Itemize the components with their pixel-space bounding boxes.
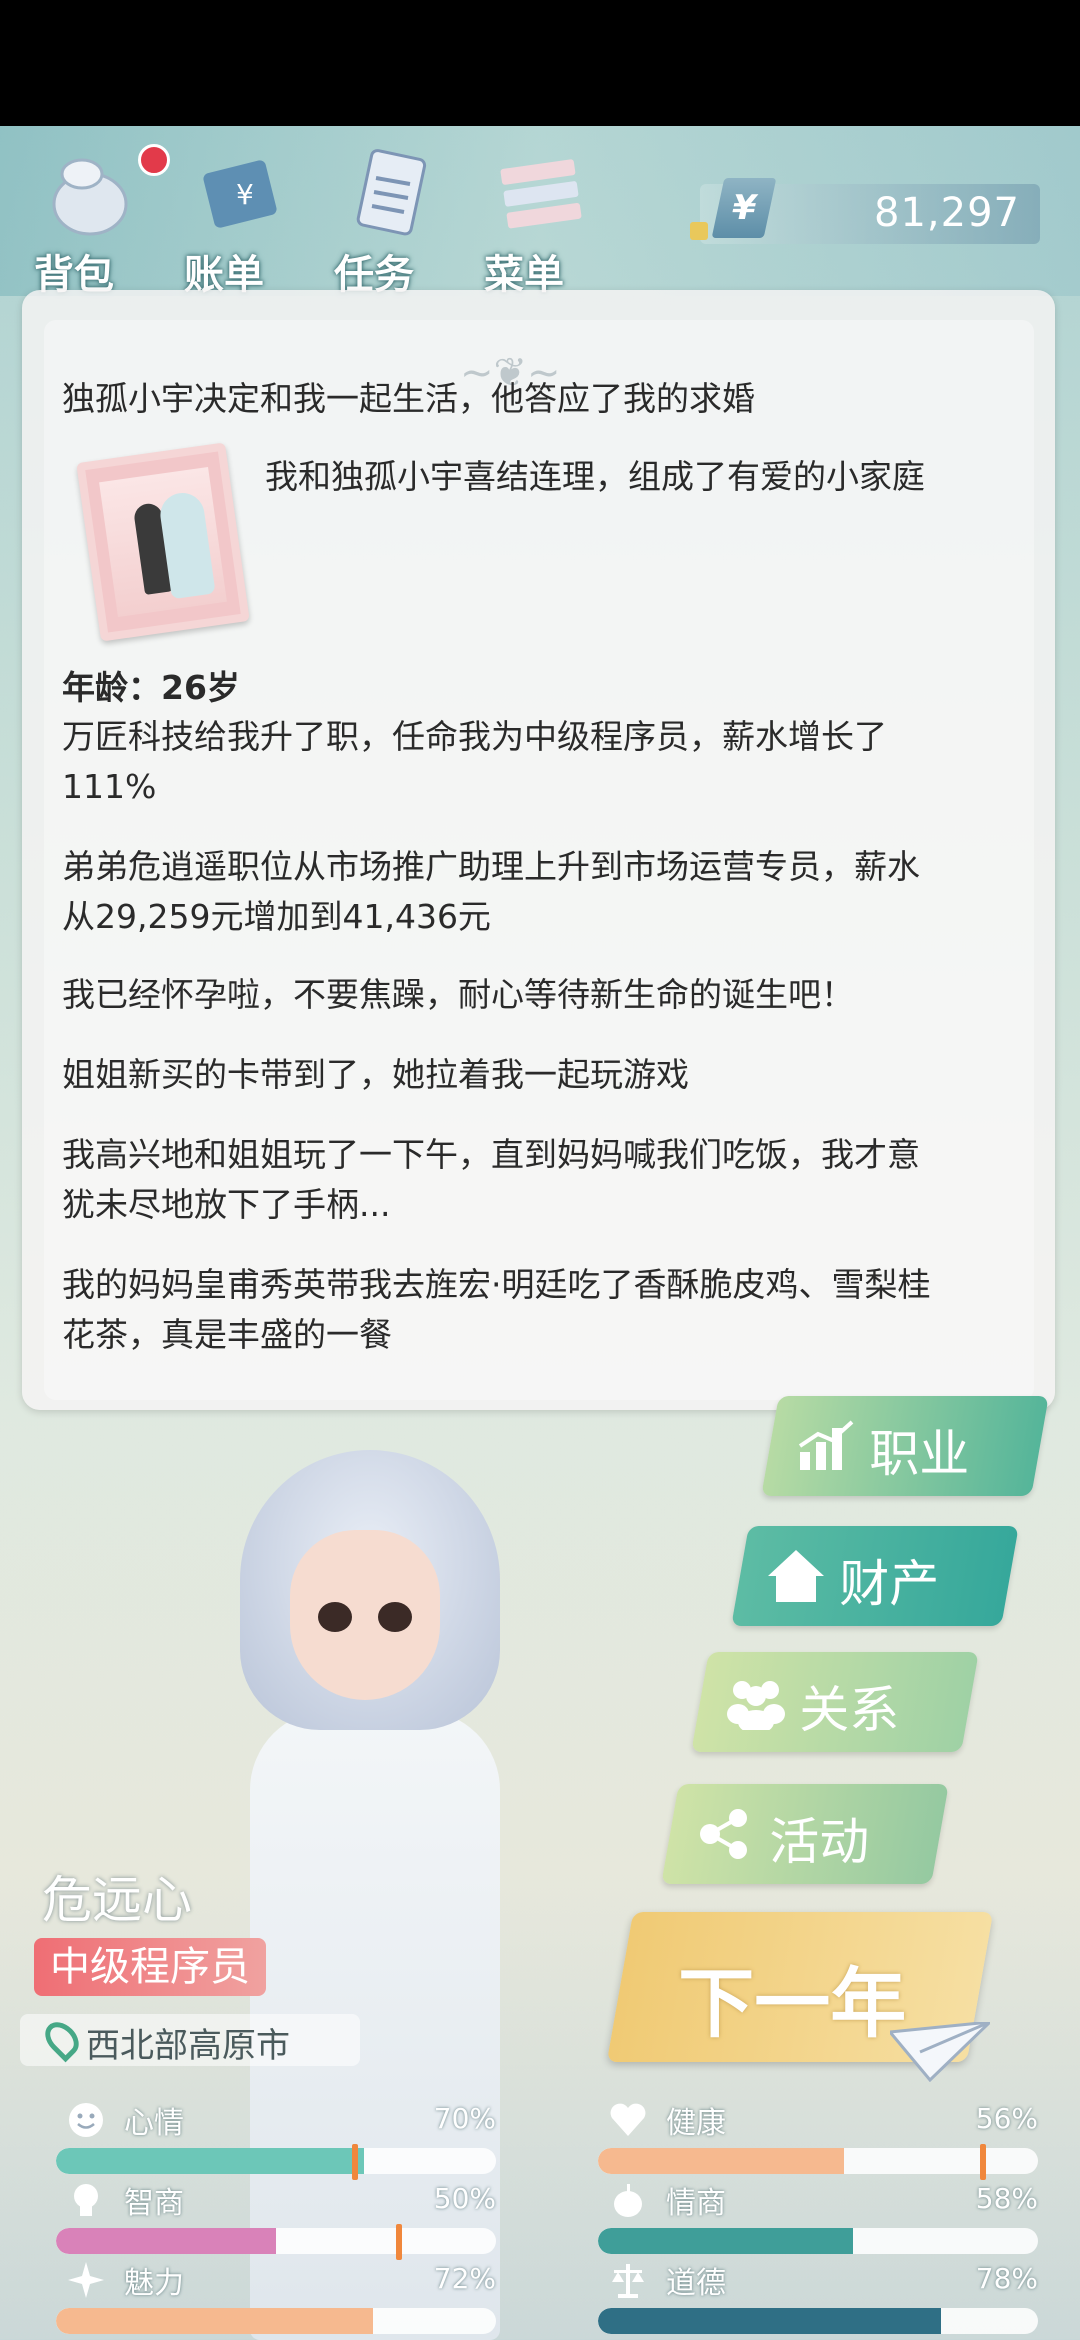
chart-icon — [798, 1420, 854, 1470]
stat-bar-fill — [56, 2308, 373, 2334]
activity-icon — [700, 1809, 747, 1859]
stats-panel: 心情 70% 健康 56% 智商 50% 情商 58% 魅力 72% 道德 78… — [0, 2090, 1080, 2340]
log-event: 姐姐新买的卡带到了，她拉着我一起玩游戏 — [62, 1055, 689, 1094]
backpack-icon — [52, 158, 128, 236]
career-button[interactable]: 职业 — [761, 1396, 1049, 1496]
stat-bar — [598, 2228, 1038, 2254]
nav-backpack[interactable]: 背包 — [20, 144, 170, 298]
scale-icon — [612, 2264, 644, 2298]
log-event: 111% — [62, 767, 157, 806]
log-event: 弟弟危逍遥职位从市场推广助理上升到市场运营专员，薪水 — [62, 847, 920, 886]
stat-name: 情商 — [666, 2186, 726, 2221]
stat-bar — [56, 2148, 496, 2174]
stat-value: 58% — [975, 2182, 1038, 2215]
stat-value: 50% — [433, 2182, 496, 2215]
stat-value: 56% — [975, 2102, 1038, 2135]
task-icon — [356, 149, 427, 236]
yen-icon: ¥ — [711, 178, 777, 238]
coin-icon — [690, 222, 708, 240]
money-display: ¥ 81,297 — [690, 178, 1040, 244]
apple-icon — [614, 2184, 642, 2217]
log-event: 我和独孤小宇喜结连理，组成了有爱的小家庭 — [265, 457, 925, 496]
stat-bar-fill — [56, 2228, 276, 2254]
log-event: 我的妈妈皇甫秀英带我去旌宏·明廷吃了香酥脆皮鸡、雪梨桂 — [62, 1265, 931, 1304]
stat-name: 道德 — [666, 2266, 726, 2301]
stat-name: 智商 — [124, 2186, 184, 2221]
log-event: 独孤小宇决定和我一起生活，他答应了我的求婚 — [62, 379, 755, 418]
nav-task[interactable]: 任务 — [320, 144, 460, 298]
smile-icon — [69, 2103, 103, 2137]
log-event: 我已经怀孕啦，不要焦躁，耐心等待新生命的诞生吧！ — [62, 975, 854, 1014]
stat-bar — [598, 2308, 1038, 2334]
next-year-label: 下一年 — [678, 1959, 907, 2048]
stat-morality: 道德 78% — [598, 2256, 1038, 2336]
assets-button[interactable]: 财产 — [731, 1526, 1019, 1626]
svg-text:¥: ¥ — [236, 178, 254, 211]
stat-mood: 心情 70% — [56, 2096, 496, 2180]
wedding-photo — [76, 442, 250, 642]
bill-icon: ¥ — [203, 160, 277, 228]
paper-plane-icon — [890, 2022, 990, 2082]
stat-value: 78% — [975, 2262, 1038, 2295]
heart-icon — [610, 2103, 646, 2136]
activity-button[interactable]: 活动 — [661, 1784, 949, 1884]
relation-button[interactable]: 关系 — [691, 1652, 979, 1752]
log-event: 万匠科技给我升了职，任命我为中级程序员，薪水增长了 — [62, 717, 887, 756]
stat-eq: 情商 58% — [598, 2176, 1038, 2256]
character-name: 危远心 — [42, 1871, 192, 1929]
bulb-icon — [74, 2184, 98, 2216]
stat-marker — [980, 2144, 986, 2180]
activity-label: 活动 — [769, 1813, 870, 1871]
job-badge: 中级程序员 — [34, 1938, 266, 1996]
stat-bar — [56, 2308, 496, 2334]
stat-health: 健康 56% — [598, 2096, 1038, 2180]
stat-bar-fill — [598, 2148, 845, 2174]
stat-marker — [396, 2224, 402, 2260]
location: 西北部高原市 — [20, 2014, 360, 2066]
house-icon — [768, 1550, 824, 1602]
log-age: 年龄：26岁 — [62, 668, 240, 707]
stat-bar — [598, 2148, 1038, 2174]
sparkle-icon — [68, 2262, 104, 2298]
stat-bar-fill — [598, 2308, 942, 2334]
stat-iq: 智商 50% — [56, 2176, 496, 2260]
assets-label: 财产 — [839, 1555, 940, 1613]
stat-name: 心情 — [124, 2106, 184, 2141]
location-pin-icon — [38, 2015, 86, 2063]
status-bar — [0, 0, 1080, 126]
nav-menu[interactable]: 菜单 — [470, 144, 610, 298]
log-event: 花茶，真是丰盛的一餐 — [62, 1315, 392, 1354]
log-event: 犹未尽地放下了手柄... — [62, 1185, 391, 1224]
notification-badge — [138, 144, 170, 176]
career-label: 职业 — [869, 1425, 970, 1483]
menu-icon — [500, 159, 582, 229]
people-icon — [727, 1681, 785, 1730]
stat-name: 健康 — [666, 2106, 726, 2141]
stat-name: 魅力 — [124, 2266, 184, 2301]
stat-value: 72% — [433, 2262, 496, 2295]
stat-charm: 魅力 72% — [56, 2256, 496, 2336]
stat-value: 70% — [433, 2102, 496, 2135]
log-event: 从29,259元增加到41,436元 — [62, 897, 491, 936]
nav-bill[interactable]: ¥ 账单 — [170, 144, 310, 298]
stat-bar-fill — [598, 2228, 854, 2254]
stat-bar — [56, 2228, 496, 2254]
stat-bar-fill — [56, 2148, 364, 2174]
location-text: 西北部高原市 — [86, 2026, 290, 2066]
stat-marker — [352, 2144, 358, 2180]
money-amount: 81,297 — [874, 190, 1020, 236]
log-event: 我高兴地和姐姐玩了一下午，直到妈妈喊我们吃饭，我才意 — [62, 1135, 920, 1174]
relation-label: 关系 — [799, 1681, 900, 1739]
